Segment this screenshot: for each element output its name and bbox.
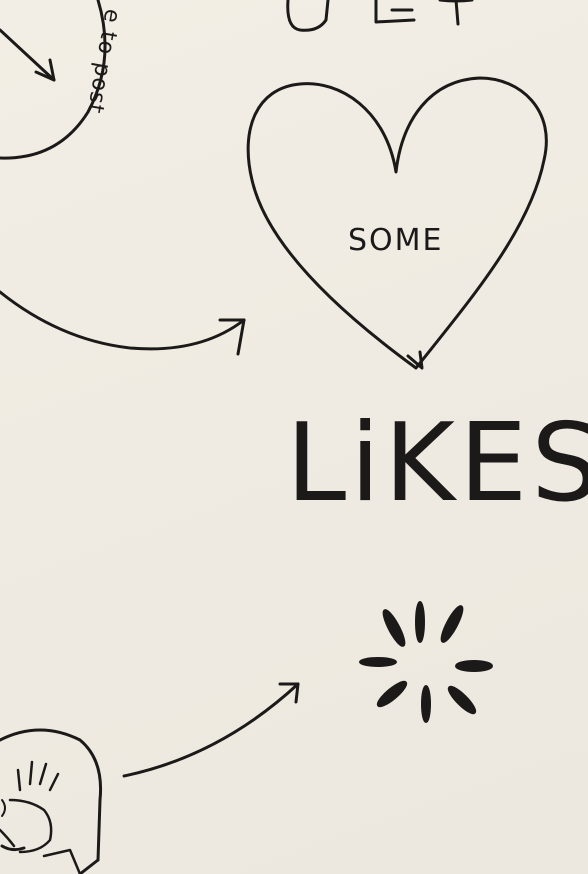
facepalm-character xyxy=(0,728,103,874)
whiteboard-sketch: e to post SOME LiKES xyxy=(0,0,588,874)
cropped-top-letters xyxy=(286,0,474,32)
sparkle-icon xyxy=(359,601,493,723)
curved-arrow-to-heart xyxy=(0,290,246,356)
arrow-to-sparkle xyxy=(122,682,300,778)
arc-text: e to post xyxy=(82,7,125,116)
big-word: LiKES xyxy=(286,401,588,526)
heart-label: SOME xyxy=(348,223,444,258)
